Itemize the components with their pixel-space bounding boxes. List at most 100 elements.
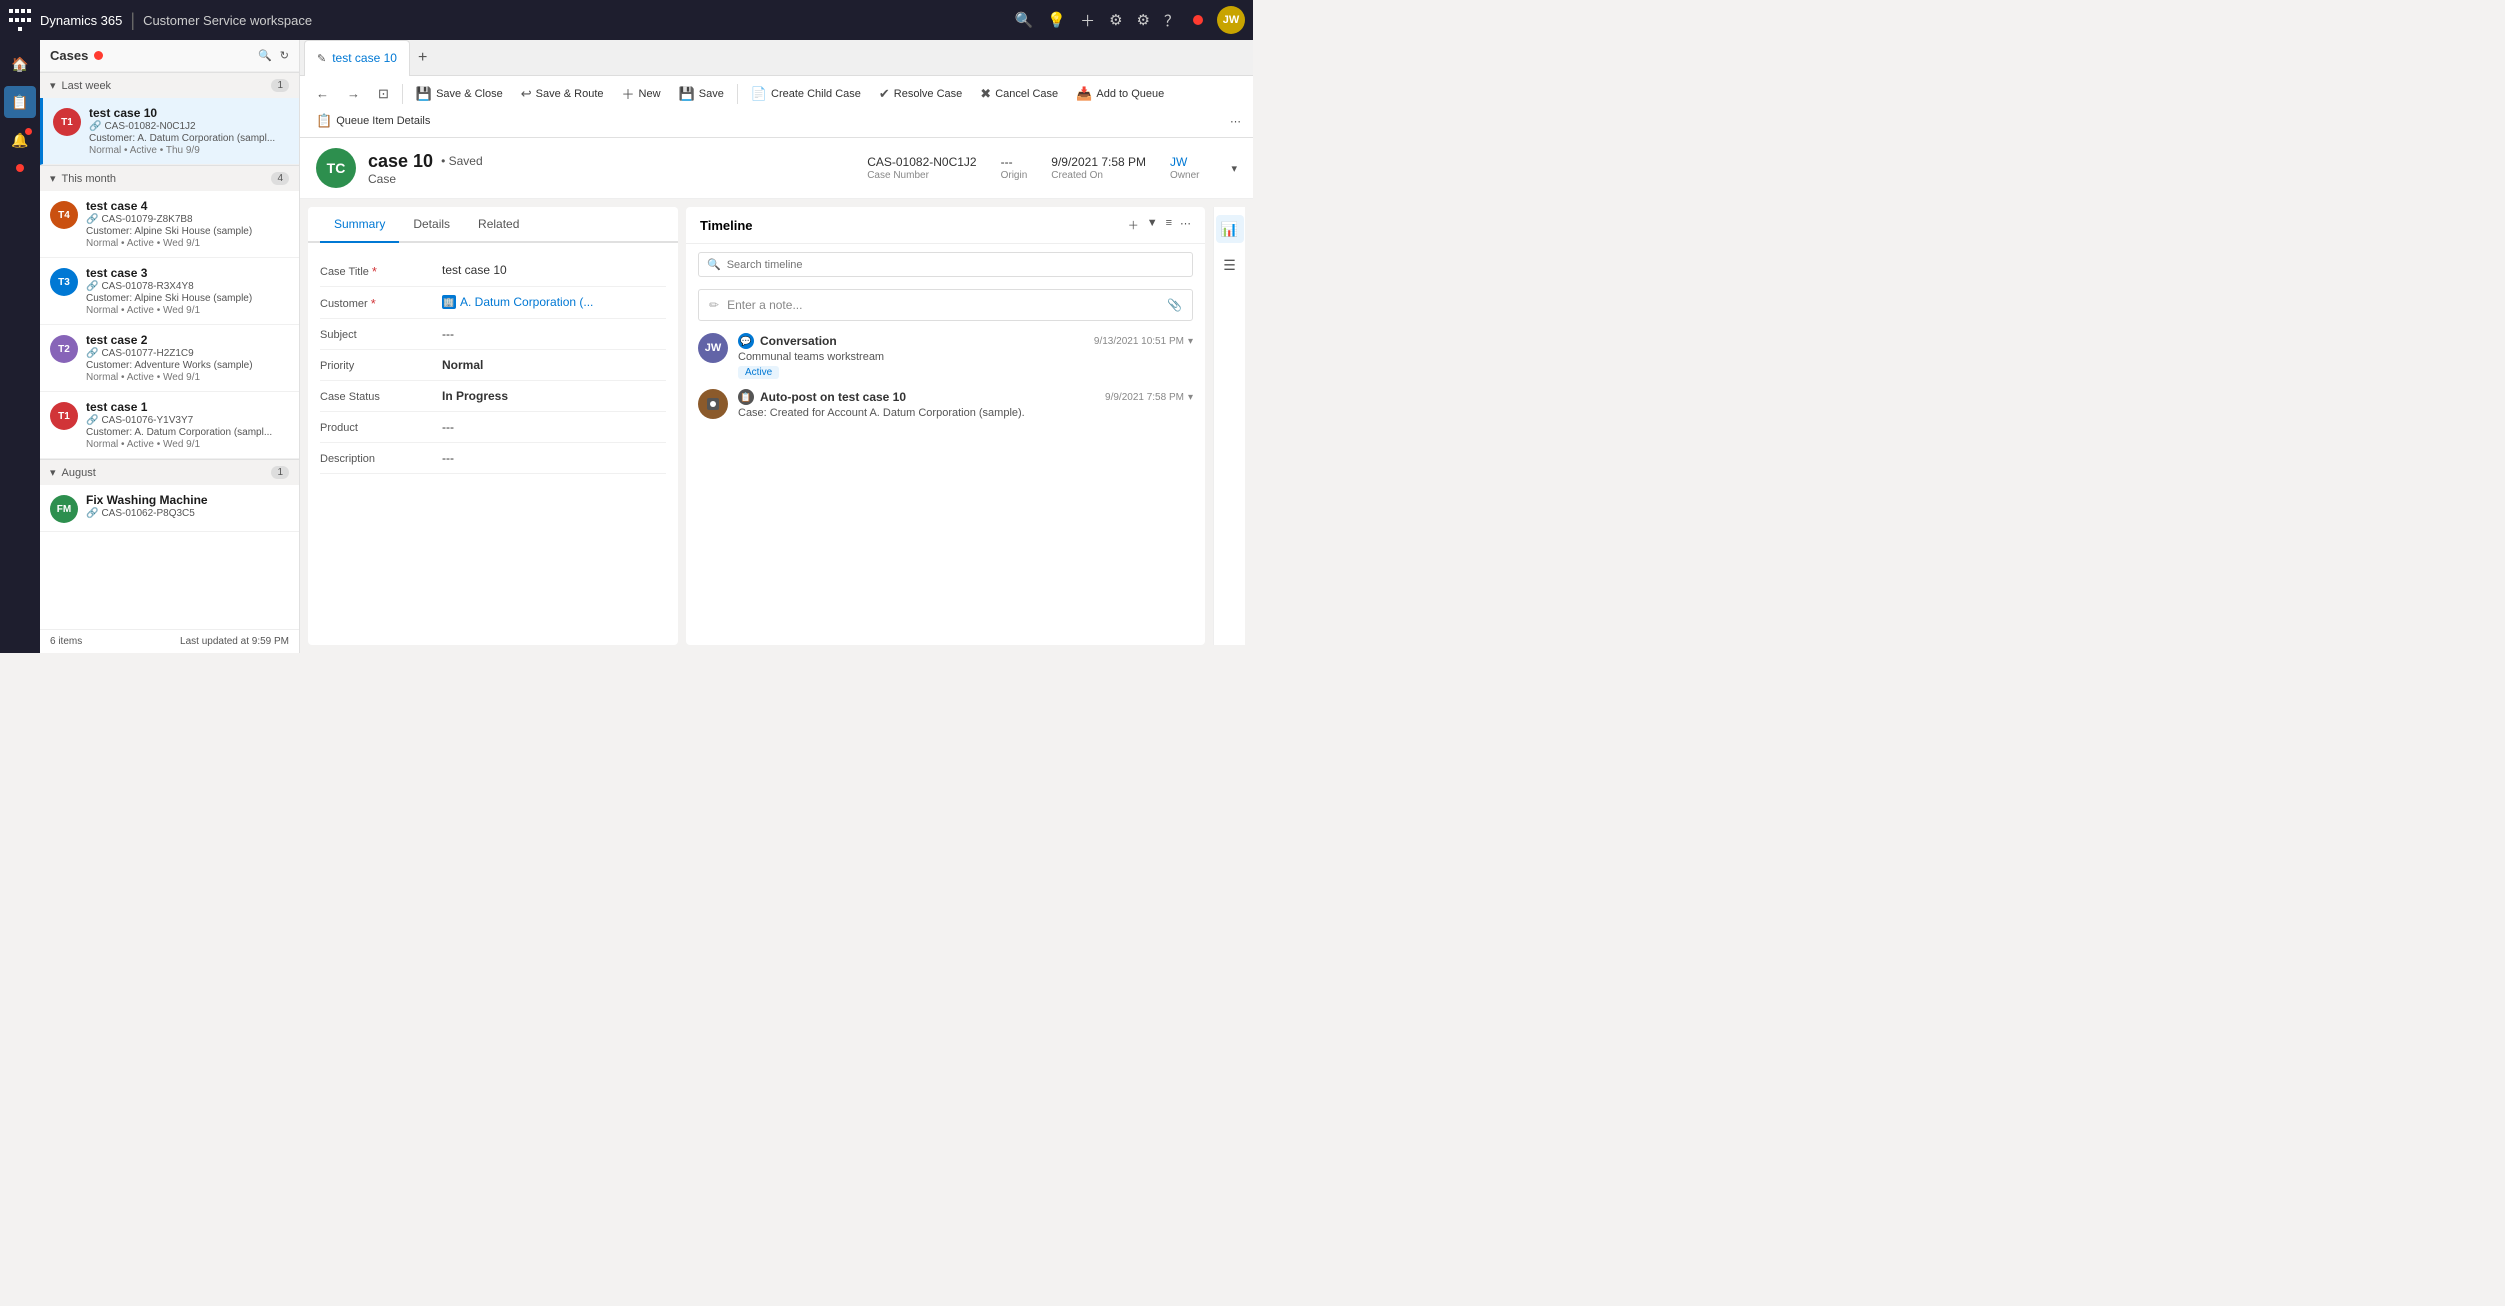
form-row-product: Product ---: [320, 412, 666, 443]
create-child-button[interactable]: 📄 Create Child Case: [743, 82, 869, 106]
sidebar-cases-icon[interactable]: 📋: [4, 86, 36, 118]
subject-value[interactable]: ---: [442, 327, 666, 341]
rs-icon-2[interactable]: ☰: [1216, 251, 1244, 279]
filter-icon[interactable]: ⚙: [1109, 11, 1122, 29]
case-item-5[interactable]: FM Fix Washing Machine 🔗CAS-01062-P8Q3C5: [40, 485, 299, 532]
case-meta-4: Normal • Active • Wed 9/1: [86, 439, 289, 450]
entry-avatar-0: JW: [698, 333, 728, 363]
case-info-2: test case 3 🔗CAS-01078-R3X4Y8 Customer: …: [86, 266, 289, 316]
origin-label: Origin: [1001, 170, 1028, 181]
search-icon[interactable]: 🔍: [1015, 11, 1034, 29]
owner-label: Owner: [1170, 170, 1199, 181]
toolbar-sep-1: [402, 84, 403, 104]
create-child-label: Create Child Case: [771, 88, 861, 100]
timeline-list-icon[interactable]: ≡: [1166, 217, 1172, 233]
entry-header-0: 💬 Conversation 9/13/2021 10:51 PM ▾: [738, 333, 1193, 349]
tab-summary[interactable]: Summary: [320, 207, 399, 243]
forward-button[interactable]: →: [339, 82, 368, 105]
priority-value[interactable]: Normal: [442, 358, 666, 372]
tab-related[interactable]: Related: [464, 207, 533, 243]
group-last-week[interactable]: ▾ Last week 1: [40, 72, 299, 98]
cancel-button[interactable]: ✖ Cancel Case: [972, 82, 1066, 106]
record-chevron-icon[interactable]: ▾: [1231, 162, 1237, 175]
record-title-text: case 10: [368, 151, 433, 172]
settings-icon[interactable]: ⚙: [1137, 11, 1150, 29]
group-chevron: ▾: [50, 79, 56, 92]
tab-details[interactable]: Details: [399, 207, 464, 243]
case-meta-2: Normal • Active • Wed 9/1: [86, 305, 289, 316]
entry-date-0: 9/13/2021 10:51 PM ▾: [1094, 336, 1193, 347]
required-indicator-2: *: [371, 297, 376, 310]
save-close-button[interactable]: 💾 Save & Close: [408, 82, 511, 106]
case-status-value[interactable]: In Progress: [442, 389, 666, 403]
entry-subtitle-0: Communal teams workstream: [738, 351, 1193, 363]
case-title-value[interactable]: test case 10: [442, 263, 666, 277]
forward-icon: →: [347, 86, 360, 101]
save-button[interactable]: 💾 Save: [671, 82, 732, 106]
case-number-value: CAS-01082-N0C1J2: [867, 155, 976, 169]
entry-chevron-0[interactable]: ▾: [1188, 336, 1193, 347]
timeline-search-input[interactable]: [727, 259, 1184, 271]
timeline-add-icon[interactable]: ＋: [1128, 217, 1139, 233]
cases-search-icon[interactable]: 🔍: [258, 49, 272, 62]
origin-value: ---: [1001, 155, 1013, 169]
timeline-icons: ＋ ▼ ≡ ⋯: [1128, 217, 1191, 233]
main-layout: 🏠 📋 🔔 Cases 🔍 ↻ ▾ Last week 1: [0, 40, 1253, 653]
customer-value[interactable]: 🏢 A. Datum Corporation (...: [442, 295, 666, 309]
case-name-1: test case 4: [86, 199, 289, 213]
entry-chevron-1[interactable]: ▾: [1188, 392, 1193, 403]
tab-active[interactable]: ✎ test case 10: [304, 40, 410, 76]
case-id-4: 🔗CAS-01076-Y1V3Y7: [86, 415, 289, 426]
new-button[interactable]: ＋ New: [614, 80, 669, 107]
back-icon: ←: [316, 86, 329, 101]
timeline-entry-1: 📋 Auto-post on test case 10 9/9/2021 7:5…: [698, 389, 1193, 419]
group-label: Last week: [62, 80, 112, 92]
group-august[interactable]: ▾ August 1: [40, 459, 299, 485]
refresh-icon: ⊡: [378, 86, 389, 102]
rs-icon-active[interactable]: 📊: [1216, 215, 1244, 243]
group-label-3: August: [62, 467, 96, 479]
help-icon[interactable]: ？: [1164, 10, 1179, 31]
group-this-month[interactable]: ▾ This month 4: [40, 165, 299, 191]
case-item-3[interactable]: T2 test case 2 🔗CAS-01077-H2Z1C9 Custome…: [40, 325, 299, 392]
record-title-area: case 10 • Saved Case: [368, 151, 855, 186]
timeline-attach-icon[interactable]: 📎: [1167, 298, 1182, 312]
timeline-search[interactable]: 🔍: [698, 252, 1193, 277]
queue-details-button[interactable]: 📋 Queue Item Details: [308, 109, 438, 133]
timeline-note-placeholder: Enter a note...: [727, 298, 802, 312]
sidebar-contacts-icon[interactable]: [16, 164, 24, 172]
case-item-4[interactable]: T1 test case 1 🔗CAS-01076-Y1V3Y7 Custome…: [40, 392, 299, 459]
refresh-button[interactable]: ⊡: [370, 82, 397, 106]
user-avatar[interactable]: JW: [1217, 6, 1245, 34]
product-value[interactable]: ---: [442, 420, 666, 434]
description-value[interactable]: ---: [442, 451, 666, 465]
tab-add-button[interactable]: +: [410, 45, 435, 71]
owner-value[interactable]: JW: [1170, 155, 1187, 169]
timeline-filter-icon[interactable]: ▼: [1147, 217, 1158, 233]
toolbar-sep-2: [737, 84, 738, 104]
case-item-0[interactable]: T1 test case 10 🔗CAS-01082-N0C1J2 Custom…: [40, 98, 299, 165]
new-label: New: [639, 88, 661, 100]
form-fields: Case Title * test case 10 Customer * 🏢 A…: [308, 243, 678, 645]
save-route-button[interactable]: ↩ Save & Route: [513, 82, 612, 106]
sidebar-home-icon[interactable]: 🏠: [4, 48, 36, 80]
footer-updated: Last updated at 9:59 PM: [180, 636, 289, 647]
save-icon: 💾: [679, 86, 695, 102]
add-queue-button[interactable]: 📥 Add to Queue: [1068, 82, 1172, 106]
entry-date-1: 9/9/2021 7:58 PM ▾: [1105, 392, 1193, 403]
plus-icon[interactable]: ＋: [1080, 10, 1095, 31]
workspace-name: Customer Service workspace: [143, 13, 312, 28]
toolbar-more-button[interactable]: ⋯: [1226, 111, 1245, 132]
add-queue-icon: 📥: [1076, 86, 1092, 102]
cases-refresh-icon[interactable]: ↻: [280, 49, 289, 62]
lightbulb-icon[interactable]: 💡: [1047, 11, 1066, 29]
waffle-menu[interactable]: [8, 8, 32, 32]
back-button[interactable]: ←: [308, 82, 337, 105]
sidebar-bell-icon[interactable]: 🔔: [4, 124, 36, 156]
case-item-2[interactable]: T3 test case 3 🔗CAS-01078-R3X4Y8 Custome…: [40, 258, 299, 325]
timeline-note-area[interactable]: ✏ Enter a note... 📎: [698, 289, 1193, 321]
timeline-more-icon[interactable]: ⋯: [1180, 217, 1191, 233]
case-item-1[interactable]: T4 test case 4 🔗CAS-01079-Z8K7B8 Custome…: [40, 191, 299, 258]
timeline-entries: JW 💬 Conversation 9/13/2021 10:51 PM ▾ C: [686, 325, 1205, 645]
resolve-button[interactable]: ✔ Resolve Case: [871, 82, 970, 106]
